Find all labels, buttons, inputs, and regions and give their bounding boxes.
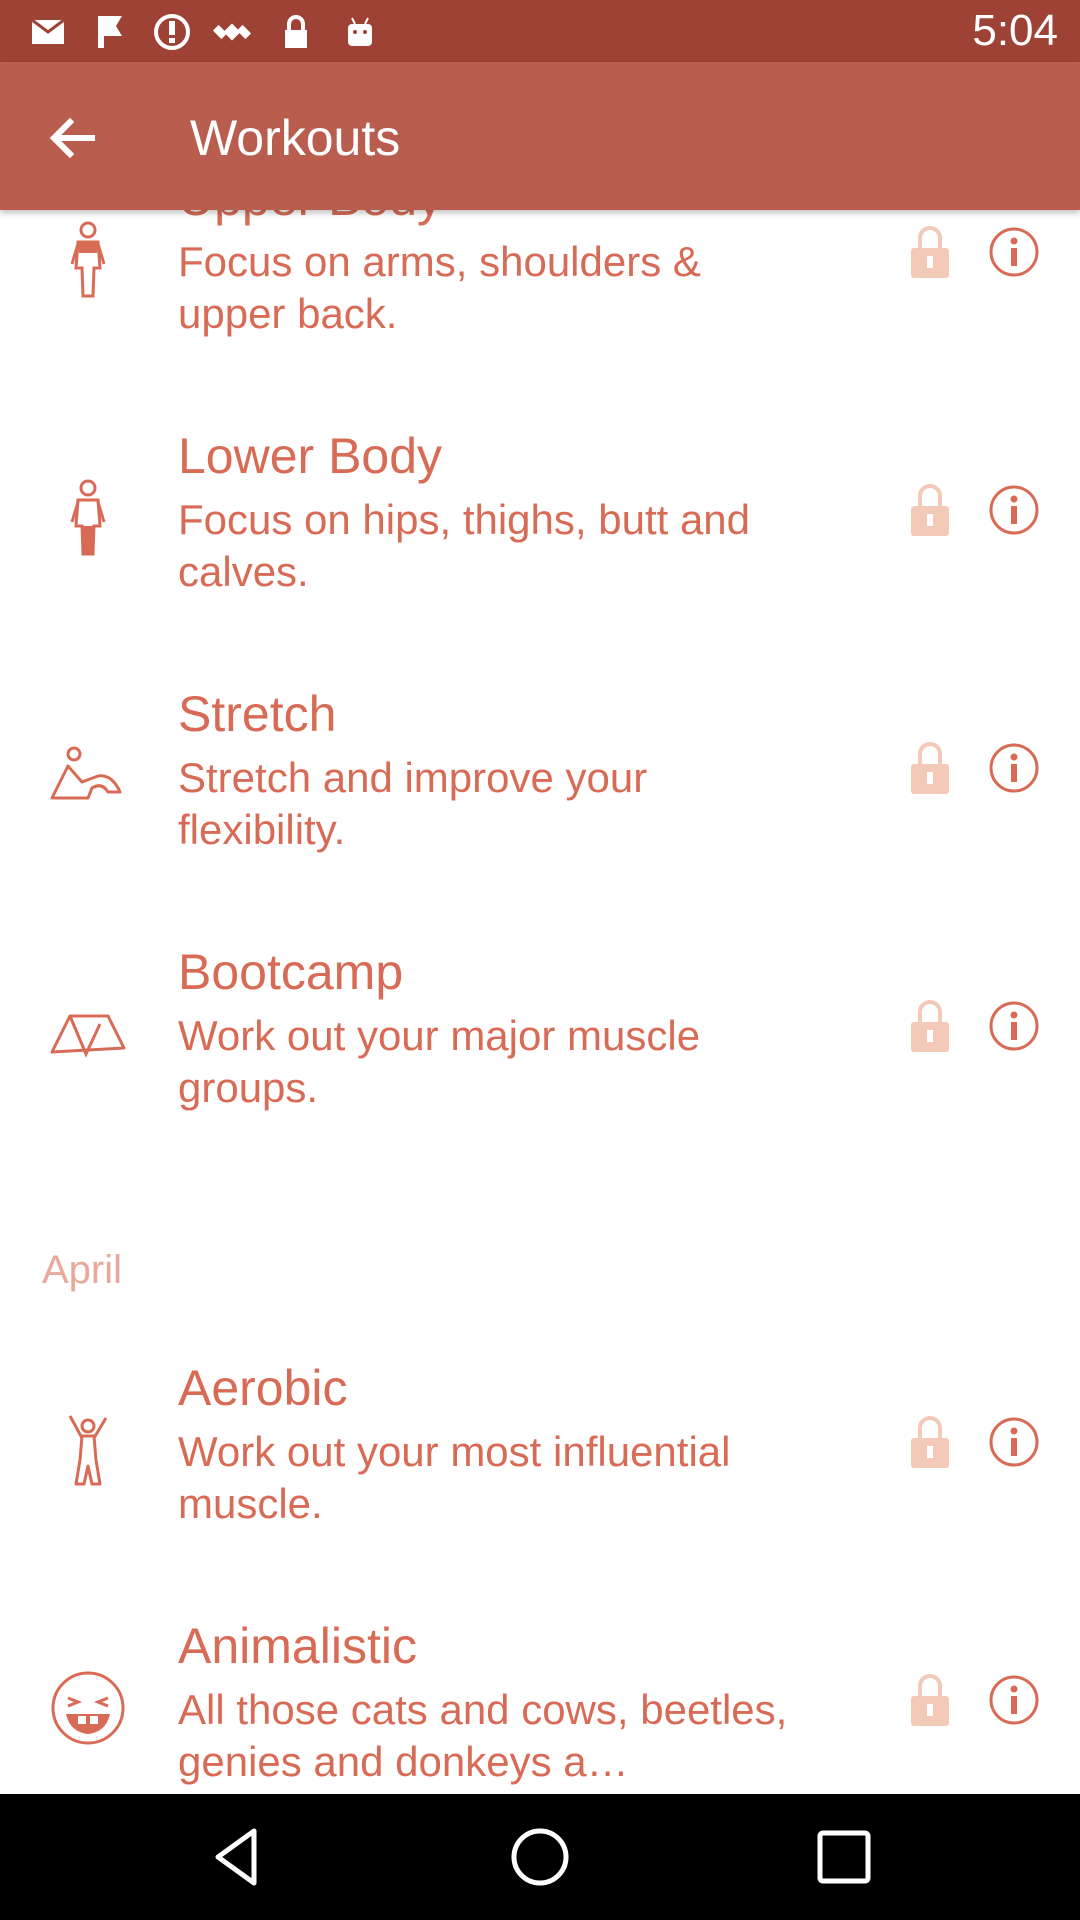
info-icon[interactable] (988, 226, 1040, 278)
workout-description: Work out your major muscle groups. (178, 1012, 701, 1111)
lock-icon[interactable] (909, 740, 951, 796)
status-time: 5:04 (972, 6, 1058, 55)
info-icon[interactable] (988, 484, 1040, 536)
workout-item-upper-body[interactable]: Upper Body Focus on arms, shoulders & up… (0, 210, 1080, 428)
alert-icon (154, 14, 190, 50)
jumping-figure-icon (68, 1415, 108, 1486)
workout-description: Stretch and improve your flexibility. (178, 754, 648, 853)
workout-description: Focus on arms, shoulders & upper back. (178, 238, 701, 337)
info-icon[interactable] (988, 1000, 1040, 1052)
mail-icon (31, 18, 65, 44)
workout-list[interactable]: Upper Body Focus on arms, shoulders & up… (0, 210, 1080, 1794)
workout-name: Stretch (178, 686, 337, 742)
lock-icon[interactable] (909, 224, 951, 280)
workout-item-stretch[interactable]: Stretch Stretch and improve your flexibi… (0, 686, 1080, 944)
lock-icon[interactable] (909, 482, 951, 538)
system-nav-bar (0, 1794, 1080, 1920)
laughing-face-icon (51, 1671, 125, 1745)
workout-item-aerobic[interactable]: Aerobic Work out your most influential m… (0, 1360, 1080, 1618)
workout-description: All those cats and cows, beetles, genies… (178, 1686, 788, 1785)
flag-icon (98, 16, 122, 48)
stretch-pose-icon (50, 746, 122, 800)
section-header-april: April (42, 1248, 123, 1292)
lock-icon[interactable] (909, 998, 951, 1054)
info-icon[interactable] (988, 742, 1040, 794)
workout-item-bootcamp[interactable]: Bootcamp Work out your major muscle grou… (0, 944, 1080, 1202)
info-icon[interactable] (988, 1674, 1040, 1726)
workout-name: Upper Body (178, 210, 818, 226)
app-toolbar: Workouts (0, 62, 1080, 210)
lower-body-figure-icon (70, 479, 106, 556)
page-title: Workouts (190, 110, 401, 166)
workout-name: Bootcamp (178, 944, 404, 1000)
status-bar: 5:04 (0, 0, 1080, 62)
back-triangle-icon[interactable] (198, 1817, 278, 1897)
info-icon[interactable] (988, 1416, 1040, 1468)
workout-item-lower-body[interactable]: Lower Body Focus on hips, thighs, butt a… (0, 428, 1080, 686)
upper-body-figure-icon (70, 221, 106, 298)
workout-name: Lower Body (178, 428, 443, 484)
workout-name: Animalistic (178, 1618, 417, 1674)
arrow-back-icon[interactable] (36, 102, 108, 174)
lock-icon[interactable] (909, 1672, 951, 1728)
workout-description: Focus on hips, thighs, butt and calves. (178, 496, 751, 595)
workout-name: Aerobic (178, 1360, 348, 1416)
workout-item-animalistic[interactable]: Animalistic All those cats and cows, bee… (0, 1618, 1080, 1794)
recents-square-icon[interactable] (804, 1817, 884, 1897)
workout-description: Work out your most influential muscle. (178, 1428, 731, 1527)
lock-icon[interactable] (909, 1414, 951, 1470)
tent-icon (50, 1014, 126, 1058)
android-icon (348, 17, 372, 46)
lock-icon (285, 15, 307, 48)
fake-gps-icon (212, 23, 252, 41)
home-circle-icon[interactable] (500, 1817, 580, 1897)
